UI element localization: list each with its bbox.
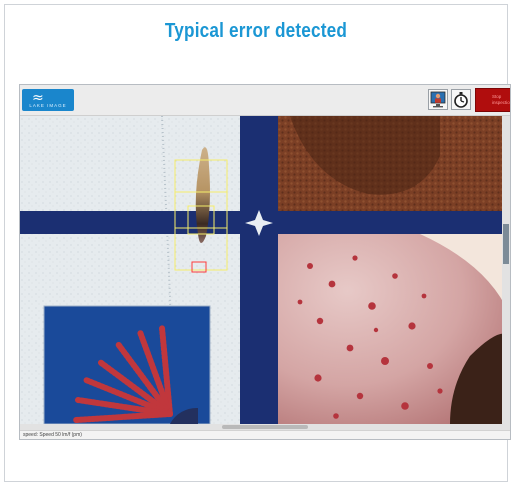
horizontal-scroll-thumb[interactable] [222, 425, 308, 429]
vertical-scrollbar[interactable] [502, 116, 510, 424]
vertical-scroll-thumb[interactable] [503, 224, 509, 264]
camera-image-view[interactable] [20, 116, 510, 424]
stopwatch-icon [454, 92, 468, 108]
vertical-blue-band [240, 116, 278, 424]
monitor-person-icon [430, 91, 446, 108]
stop-button-label: Stop inspection [492, 94, 511, 105]
status-bar: speed: Speed 50 lm/f (pm) [20, 430, 510, 439]
print-inspection-image [20, 116, 510, 424]
logo-text: LAKE IMAGE [29, 103, 67, 108]
status-text: speed: Speed 50 lm/f (pm) [23, 432, 82, 438]
slide-heading: Typical error detected [164, 20, 348, 42]
company-logo: ≈ LAKE IMAGE [22, 89, 74, 111]
timer-button[interactable] [451, 89, 471, 110]
monitor-button[interactable] [428, 89, 448, 110]
toolbar: ≈ LAKE IMAGE Stop inspection [20, 85, 510, 116]
inspection-window: ≈ LAKE IMAGE Stop inspection speed: Spee… [19, 84, 511, 440]
stop-button[interactable]: Stop inspection [475, 88, 511, 112]
